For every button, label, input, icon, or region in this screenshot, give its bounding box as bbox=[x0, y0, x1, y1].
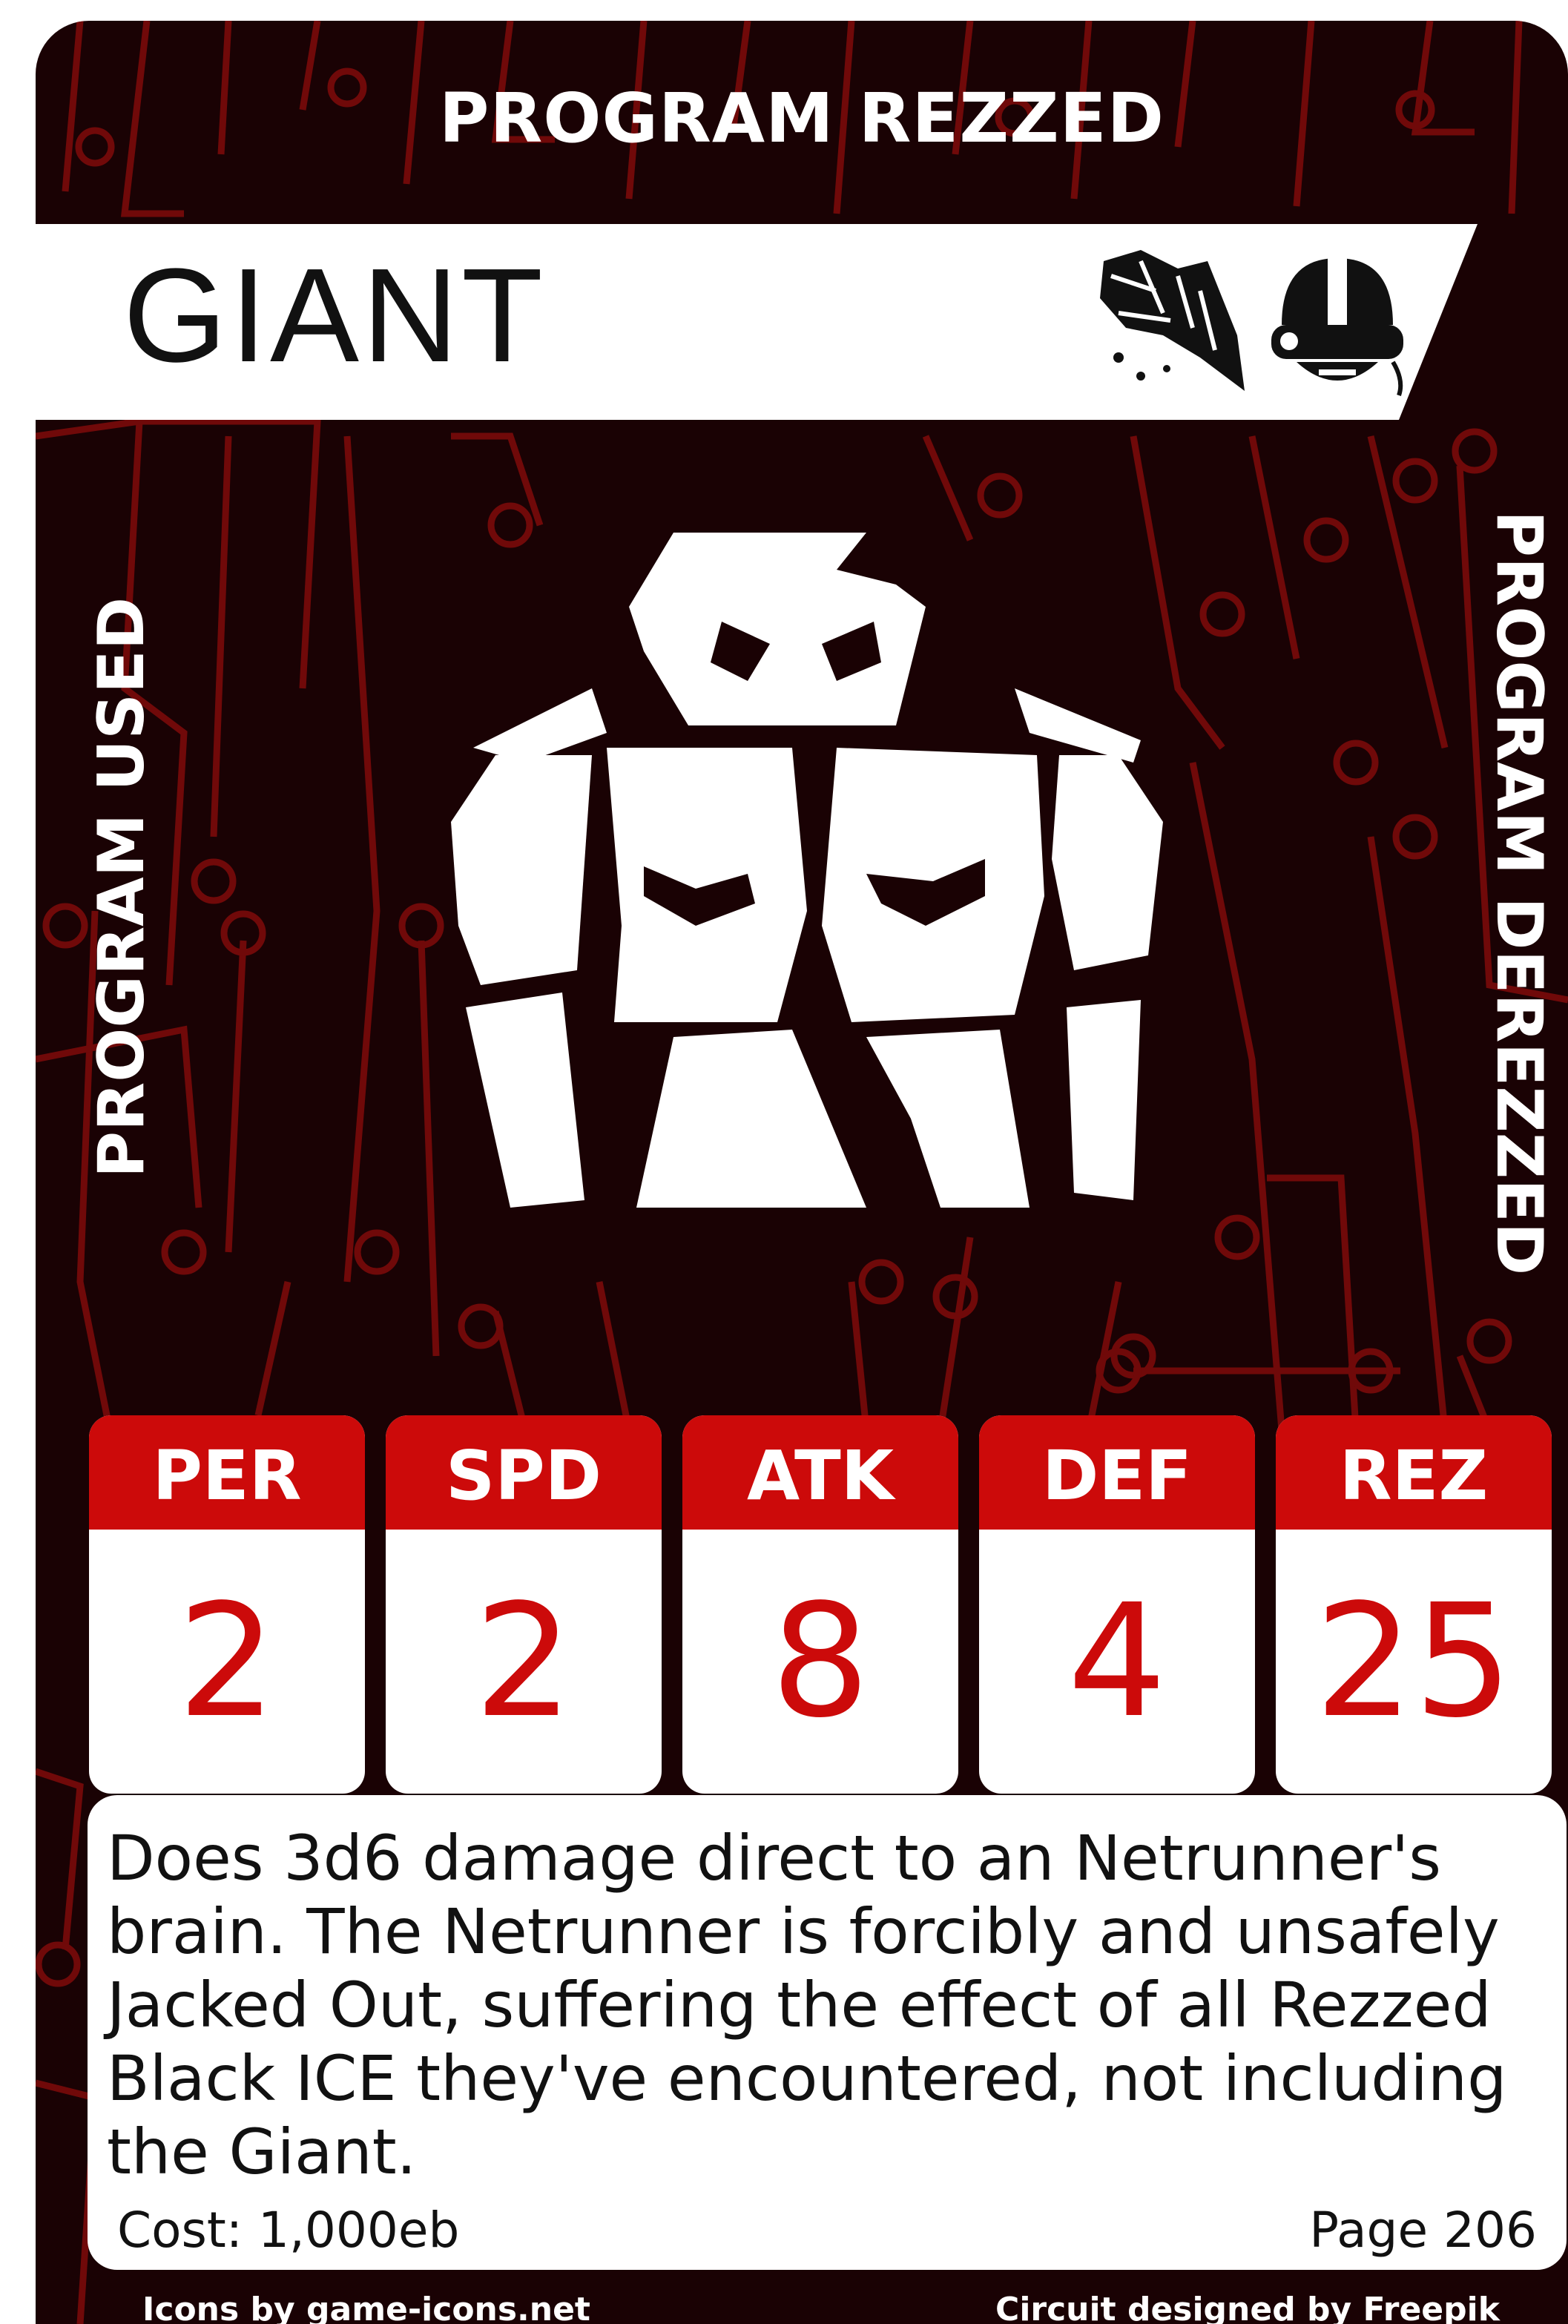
program-used-label: PROGRAM USED bbox=[85, 596, 159, 1178]
stat-per: PER 2 bbox=[89, 1415, 365, 1794]
stat-value: 25 bbox=[1314, 1570, 1513, 1752]
title-band: GIANT bbox=[36, 205, 1568, 420]
icon-credit: Icons by game-icons.net bbox=[142, 2291, 590, 2324]
stat-value: 4 bbox=[1067, 1570, 1167, 1752]
stat-block: PER 2 SPD 2 ATK 8 DEF 4 REZ 25 bbox=[89, 1415, 1568, 1794]
stat-label: ATK bbox=[682, 1415, 958, 1530]
program-card: PROGRAM REZZED GIANT PROGRAM USED PROGRA… bbox=[36, 21, 1568, 2324]
stat-label: DEF bbox=[979, 1415, 1255, 1530]
card-title: GIANT bbox=[123, 241, 547, 390]
stat-label: SPD bbox=[386, 1415, 662, 1530]
stat-value: 2 bbox=[474, 1570, 573, 1752]
stat-spd: SPD 2 bbox=[386, 1415, 662, 1794]
program-rezzed-banner: PROGRAM REZZED bbox=[439, 79, 1165, 158]
netrunner-helmet-icon bbox=[1271, 258, 1403, 396]
giant-icon bbox=[451, 533, 1163, 1208]
stat-value: 8 bbox=[771, 1570, 870, 1752]
page-reference: Page 206 bbox=[1309, 2202, 1537, 2259]
stat-value: 2 bbox=[177, 1570, 277, 1752]
card-cost: Cost: 1,000eb bbox=[117, 2202, 460, 2259]
stat-label: REZ bbox=[1276, 1415, 1552, 1530]
stat-def: DEF 4 bbox=[979, 1415, 1255, 1794]
program-derezzed-label: PROGRAM DEREZZED bbox=[1482, 510, 1556, 1276]
stat-rez: REZ 25 bbox=[1276, 1415, 1552, 1794]
circuit-credit: Circuit designed by Freepik bbox=[995, 2291, 1500, 2324]
stat-label: PER bbox=[89, 1415, 365, 1530]
stat-atk: ATK 8 bbox=[682, 1415, 958, 1794]
card-description: Does 3d6 damage direct to an Netrunner's… bbox=[107, 1822, 1507, 2188]
shatter-icon bbox=[1100, 250, 1245, 391]
description-box: Does 3d6 damage direct to an Netrunner's… bbox=[88, 1795, 1567, 2270]
